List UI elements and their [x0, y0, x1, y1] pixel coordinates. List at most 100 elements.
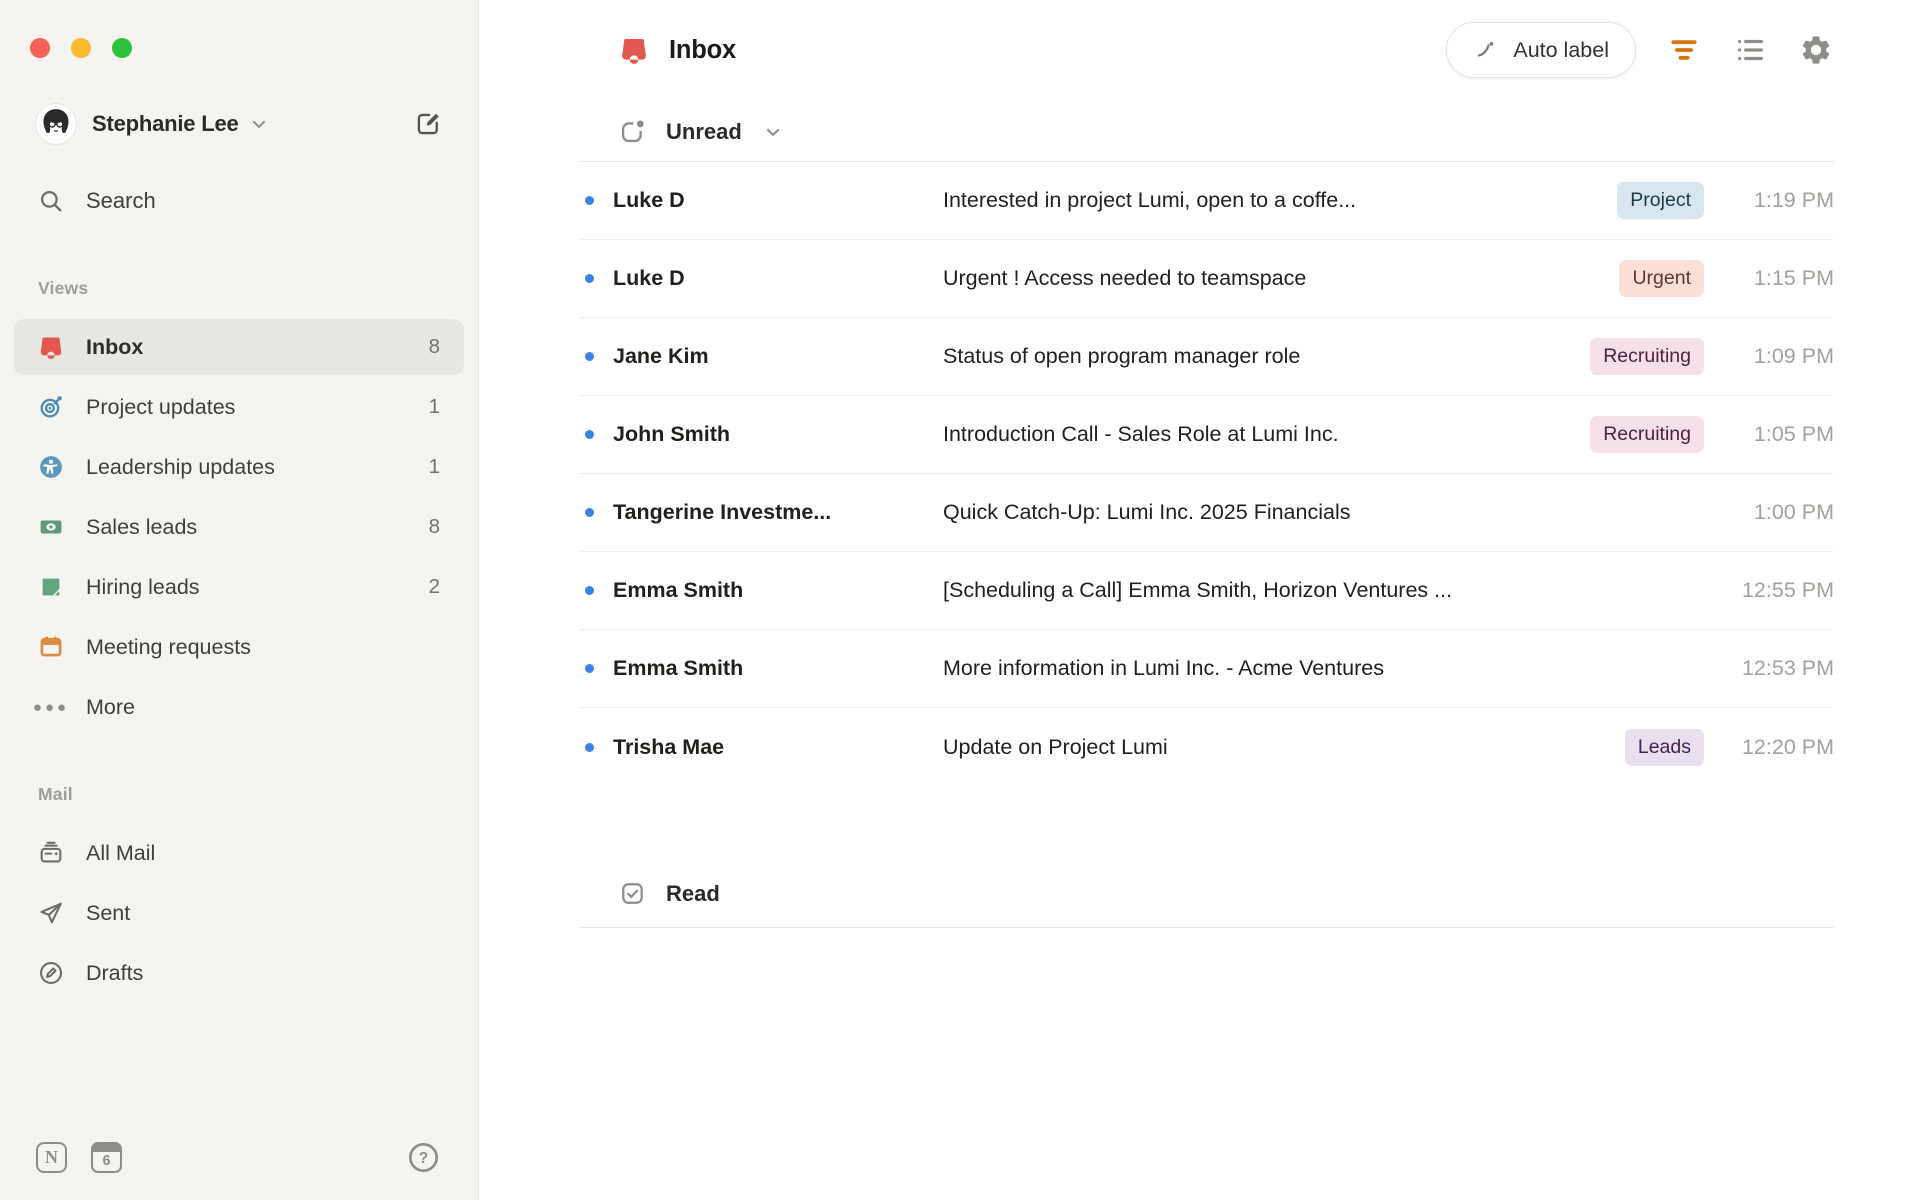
item-count: 1 [428, 455, 440, 478]
main: Inbox Auto label Unread Luke D Intereste… [479, 0, 1920, 1200]
auto-label-icon [1473, 37, 1499, 63]
note-icon [38, 574, 64, 600]
email-row[interactable]: Emma Smith [Scheduling a Call] Emma Smit… [579, 552, 1834, 630]
email-row[interactable]: Tangerine Investme... Quick Catch-Up: Lu… [579, 474, 1834, 552]
unread-section-header[interactable]: Unread [619, 118, 1834, 161]
item-label: Leadership updates [86, 454, 275, 479]
unread-dot [585, 742, 594, 752]
email-label-badge: Leads [1624, 728, 1704, 766]
account-switcher[interactable]: Stephanie Lee [36, 104, 442, 144]
sidebar-item-more[interactable]: ●●● More [14, 679, 464, 735]
sidebar-item-inbox[interactable]: Inbox 8 [14, 319, 464, 375]
search-icon [38, 188, 64, 214]
send-icon [38, 900, 64, 926]
item-label: Sales leads [86, 514, 198, 539]
email-sender: Jane Kim [613, 344, 709, 368]
read-section-header[interactable]: Read [619, 880, 1834, 927]
email-row[interactable]: Luke D Urgent ! Access needed to teamspa… [579, 240, 1834, 318]
help-button[interactable]: ? [407, 1141, 440, 1174]
close-window-button[interactable] [30, 38, 50, 58]
inbox-icon [619, 35, 649, 65]
unread-dot [585, 274, 594, 283]
email-sender: Trisha Mae [613, 734, 725, 759]
unread-dot [585, 196, 594, 205]
drafts-icon [38, 960, 64, 986]
unread-dot [585, 586, 594, 595]
item-count: 2 [428, 575, 440, 598]
read-section-label: Read [666, 880, 720, 906]
calendar-badge-icon[interactable]: 6 [91, 1142, 122, 1173]
email-time: 1:09 PM [1753, 344, 1834, 368]
email-subject: Status of open program manager role [943, 344, 1301, 368]
email-row[interactable]: Trisha Mae Update on Project Lumi Leads … [579, 708, 1834, 786]
person-icon [38, 454, 64, 480]
sidebar-section: Mail All Mail Sent Drafts [0, 784, 478, 1001]
email-label-badge: Urgent [1619, 260, 1704, 297]
email-subject: Urgent ! Access needed to teamspace [943, 266, 1307, 290]
page-title: Inbox [669, 35, 736, 64]
email-sender: Tangerine Investme... [613, 500, 832, 524]
sidebar-item-drafts[interactable]: Drafts [14, 945, 464, 1001]
zoom-window-button[interactable] [112, 38, 132, 58]
email-time: 1:15 PM [1753, 266, 1834, 290]
sidebar-item-project-updates[interactable]: Project updates 1 [14, 379, 464, 435]
auto-label-button[interactable]: Auto label [1446, 22, 1636, 78]
sidebar-item-sent[interactable]: Sent [14, 885, 464, 941]
read-divider [579, 927, 1834, 928]
filter-icon[interactable] [1666, 32, 1702, 68]
compose-button[interactable] [414, 110, 442, 138]
main-header: Inbox Auto label [579, 22, 1834, 78]
section-title: Mail [38, 784, 73, 804]
email-subject: More information in Lumi Inc. - Acme Ven… [943, 656, 1384, 680]
email-label-badge: Recruiting [1590, 338, 1704, 375]
search-button[interactable]: Search [38, 188, 454, 214]
calendar-icon [38, 634, 64, 660]
sidebar-footer: N 6 ? [0, 1141, 478, 1200]
notion-logo-icon[interactable]: N [36, 1142, 67, 1173]
email-row[interactable]: Luke D Interested in project Lumi, open … [579, 162, 1834, 240]
email-row[interactable]: Jane Kim Status of open program manager … [579, 318, 1834, 396]
email-time: 1:05 PM [1753, 422, 1834, 446]
sidebar-item-leadership-updates[interactable]: Leadership updates 1 [14, 439, 464, 495]
account-name: Stephanie Lee [92, 111, 239, 136]
item-label: More [86, 694, 135, 719]
unread-status-icon [619, 118, 646, 145]
sidebar-section: Views Inbox 8 Project updates 1 Leadersh… [0, 278, 478, 735]
email-row[interactable]: John Smith Introduction Call - Sales Rol… [579, 396, 1834, 474]
email-sender: John Smith [613, 422, 731, 446]
sidebar-item-hiring-leads[interactable]: Hiring leads 2 [14, 559, 464, 615]
email-time: 12:55 PM [1741, 578, 1834, 602]
email-row[interactable]: Emma Smith More information in Lumi Inc.… [579, 630, 1834, 708]
chevron-down-icon[interactable] [762, 121, 784, 143]
email-label-badge: Project [1617, 182, 1704, 219]
inbox-icon [38, 334, 64, 360]
email-time: 12:53 PM [1741, 656, 1834, 680]
ellipsis-icon: ●●● [32, 698, 70, 716]
section-items: All Mail Sent Drafts [0, 825, 478, 1001]
avatar [36, 104, 76, 144]
money-icon [38, 514, 64, 540]
email-subject: [Scheduling a Call] Emma Smith, Horizon … [943, 578, 1453, 602]
list-view-icon[interactable] [1732, 32, 1768, 68]
email-label-badge: Recruiting [1590, 416, 1704, 453]
svg-text:?: ? [419, 1150, 429, 1167]
settings-gear-icon[interactable] [1798, 32, 1834, 68]
email-sender: Emma Smith [613, 656, 744, 680]
calendar-badge-top [93, 1144, 120, 1152]
item-label: Hiring leads [86, 574, 200, 599]
email-time: 12:20 PM [1741, 734, 1834, 759]
unread-dot [585, 352, 594, 361]
window-controls [0, 0, 478, 58]
search-label: Search [86, 188, 156, 213]
minimize-window-button[interactable] [71, 38, 91, 58]
email-subject: Interested in project Lumi, open to a co… [943, 188, 1357, 212]
sidebar-item-sales-leads[interactable]: Sales leads 8 [14, 499, 464, 555]
item-label: Drafts [86, 960, 144, 985]
item-label: All Mail [86, 840, 156, 865]
sidebar-item-all-mail[interactable]: All Mail [14, 825, 464, 881]
read-checkbox-icon [619, 880, 646, 907]
unread-dot [585, 664, 594, 673]
item-count: 1 [428, 395, 440, 418]
sidebar-item-meeting-requests[interactable]: Meeting requests [14, 619, 464, 675]
item-label: Inbox [86, 334, 144, 359]
